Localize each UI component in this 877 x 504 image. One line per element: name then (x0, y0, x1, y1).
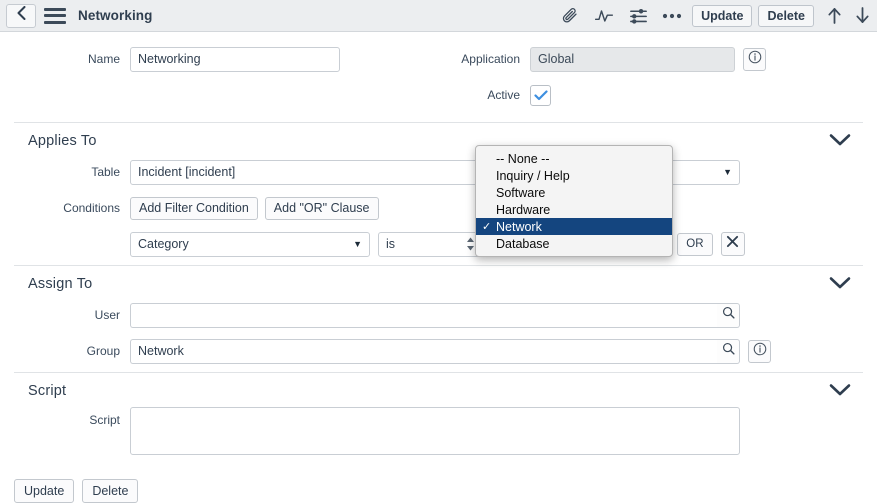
close-icon (726, 235, 739, 253)
application-input: Global (530, 46, 735, 72)
dropdown-option-label: Network (496, 219, 542, 234)
name-row: Name Networking (0, 44, 440, 74)
applies-to-section-header: Applies To (14, 122, 863, 157)
filters-icon[interactable] (621, 2, 655, 30)
assign-to-collapse-toggle[interactable] (829, 276, 851, 295)
group-label: Group (86, 344, 120, 358)
group-row: Group Network (0, 336, 877, 366)
active-checkbox[interactable] (530, 84, 551, 106)
toolbar-delete-button[interactable]: Delete (758, 4, 814, 27)
application-info-button[interactable] (743, 47, 766, 71)
application-label: Application (461, 52, 520, 66)
application-row: Application Global (440, 44, 877, 74)
script-row: Script (0, 407, 877, 463)
script-section-header: Script (14, 372, 863, 407)
attachment-icon[interactable] (553, 2, 587, 30)
footer-actions: Update Delete (0, 469, 877, 503)
activity-icon[interactable] (587, 2, 621, 30)
footer-delete-button[interactable]: Delete (82, 479, 139, 503)
user-row: User (0, 300, 877, 330)
more-options-icon[interactable] (655, 2, 689, 30)
check-icon: ✓ (482, 221, 492, 233)
chevron-down-icon: ▼ (723, 167, 732, 177)
info-icon (748, 50, 762, 69)
arrow-up-icon[interactable] (817, 2, 851, 30)
add-filter-condition-button[interactable]: Add Filter Condition (130, 196, 258, 220)
dropdown-option[interactable]: ✓ Network (476, 218, 672, 235)
name-input[interactable]: Networking (130, 46, 340, 72)
script-title: Script (28, 383, 67, 399)
dropdown-option[interactable]: Inquiry / Help (476, 167, 672, 184)
arrow-down-icon[interactable] (851, 2, 873, 30)
group-info-button[interactable] (748, 339, 771, 363)
right-column: Application Global Active (440, 44, 877, 116)
conditions-label: Conditions (63, 201, 120, 215)
script-body: Script (0, 407, 877, 463)
applies-to-body: Table Incident [incident] ▼ Conditions A… (0, 157, 877, 259)
back-button[interactable] (6, 3, 36, 28)
applies-to-collapse-toggle[interactable] (829, 133, 851, 152)
group-lookup-button[interactable] (717, 338, 740, 364)
assign-to-body: User Group Network (0, 300, 877, 366)
dropdown-option-label: Software (496, 185, 546, 200)
footer-update-button[interactable]: Update (14, 479, 75, 503)
user-label: User (94, 308, 120, 322)
user-field-group (130, 302, 740, 328)
group-input[interactable]: Network (130, 338, 717, 364)
active-row: Active (440, 80, 877, 110)
remove-condition-button[interactable] (720, 232, 745, 256)
table-label: Table (91, 165, 120, 179)
condition-operator-select[interactable]: is (378, 231, 483, 257)
chevron-down-icon: ▼ (353, 239, 362, 249)
condition-operator-value: is (386, 237, 396, 251)
or-button[interactable]: OR (677, 232, 713, 256)
chevron-left-icon (17, 6, 26, 25)
dropdown-option[interactable]: Database (476, 235, 672, 252)
conditions-row: Conditions Add Filter Condition Add "OR"… (0, 193, 877, 223)
top-fields: Name Networking Application Global Activ… (0, 44, 877, 116)
hamburger-menu-icon[interactable] (44, 7, 66, 24)
dropdown-option[interactable]: -- None -- (476, 150, 672, 167)
applies-to-title: Applies To (28, 133, 97, 149)
script-collapse-toggle[interactable] (829, 383, 851, 402)
record-form: Name Networking Application Global Activ… (0, 32, 877, 503)
add-or-clause-button[interactable]: Add "OR" Clause (264, 196, 379, 220)
assign-to-title: Assign To (28, 276, 93, 292)
chevron-down-icon (829, 134, 851, 151)
condition-field-value: Category (138, 237, 189, 251)
dropdown-option-label: -- None -- (496, 151, 550, 166)
stepper-arrows-icon (466, 237, 475, 251)
toolbar-actions: Update Delete (553, 2, 873, 30)
search-icon (722, 306, 735, 324)
assign-to-section-header: Assign To (14, 265, 863, 300)
condition-filter-row: Category ▼ is AND OR (0, 229, 877, 259)
top-toolbar: Networking Update Delete (0, 0, 877, 32)
group-field-group: Network (130, 338, 740, 364)
user-input[interactable] (130, 302, 717, 328)
condition-field-select[interactable]: Category ▼ (130, 231, 370, 257)
dropdown-option[interactable]: Software (476, 184, 672, 201)
table-row: Table Incident [incident] ▼ (0, 157, 877, 187)
user-lookup-button[interactable] (717, 302, 740, 328)
dropdown-option[interactable]: Hardware (476, 201, 672, 218)
toolbar-update-button[interactable]: Update (692, 4, 753, 27)
chevron-down-icon (829, 384, 851, 401)
active-label: Active (487, 88, 520, 102)
dropdown-option-label: Inquiry / Help (496, 168, 570, 183)
dropdown-option-label: Database (496, 236, 550, 251)
search-icon (722, 342, 735, 360)
page-title: Networking (78, 8, 153, 23)
script-label: Script (89, 413, 120, 427)
category-dropdown-menu[interactable]: -- None -- Inquiry / Help Software Hardware… (475, 145, 673, 257)
dropdown-option-label: Hardware (496, 202, 551, 217)
script-textarea[interactable] (130, 407, 740, 455)
name-label: Name (87, 52, 120, 66)
chevron-down-icon (829, 277, 851, 294)
left-column: Name Networking (0, 44, 440, 116)
info-icon (753, 342, 767, 361)
